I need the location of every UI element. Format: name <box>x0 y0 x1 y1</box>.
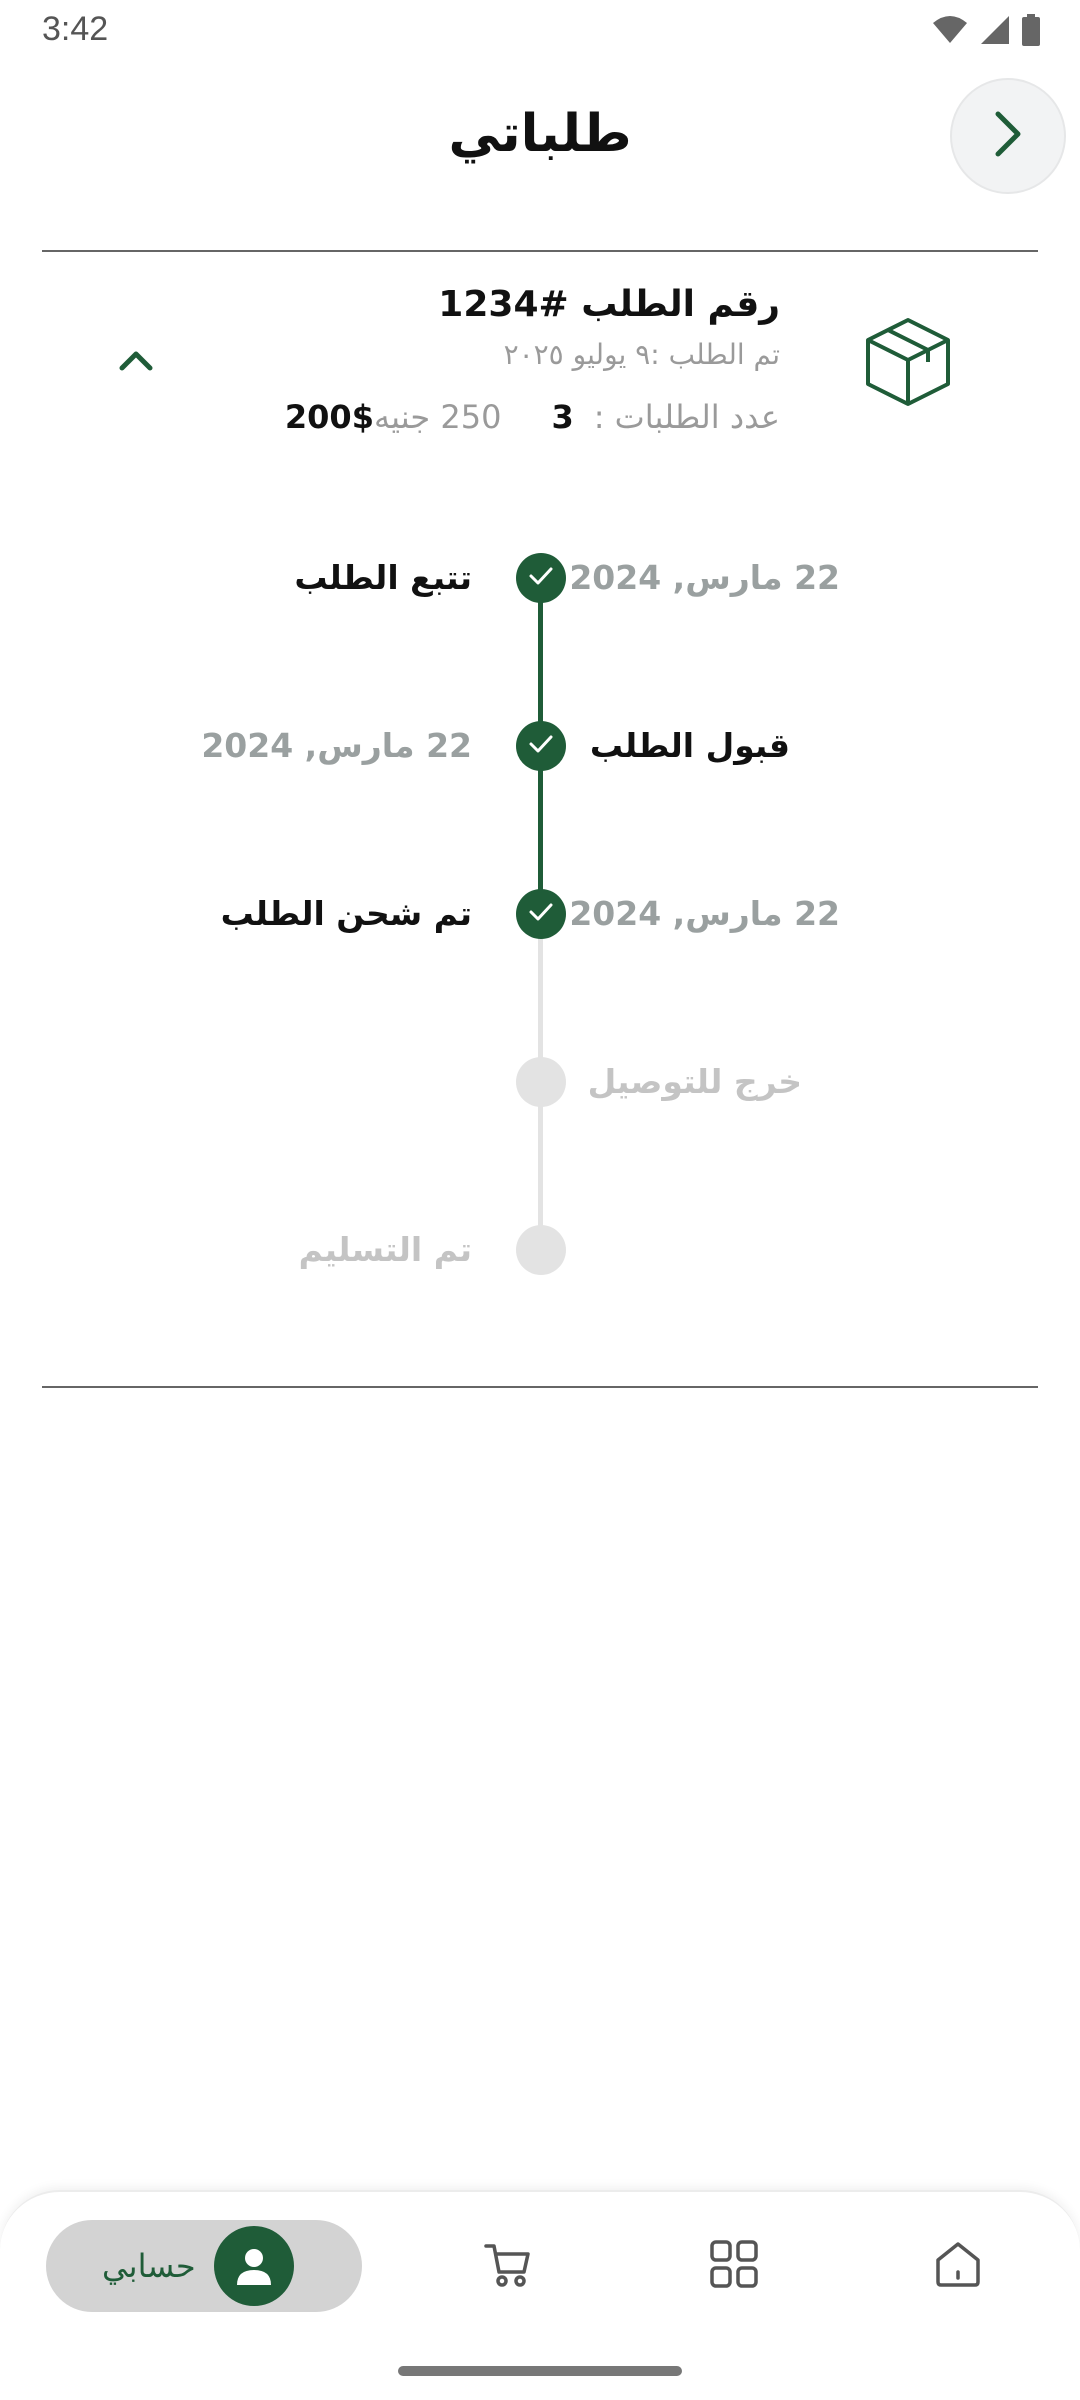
collapse-button[interactable] <box>112 338 160 386</box>
timeline-step-label: تم شحن الطلب <box>220 894 472 933</box>
timeline-step-date: 22 مارس, 2024 <box>201 726 472 765</box>
order-price-unit: 250 جنيه <box>373 398 502 436</box>
timeline-dot-done <box>516 721 566 771</box>
order-price: 250 جنيه 200$ <box>285 398 502 436</box>
order-count-label: عدد الطلبات : <box>593 398 780 436</box>
timeline-step-label: تتبع الطلب <box>294 558 472 597</box>
status-bar: 3:42 <box>0 0 1080 60</box>
check-icon <box>528 565 554 591</box>
divider-top <box>42 250 1038 252</box>
status-time: 3:42 <box>42 10 109 48</box>
chevron-right-icon <box>988 109 1028 163</box>
wifi-icon <box>932 15 968 49</box>
package-box-icon <box>860 314 956 414</box>
order-number: رقم الطلب #1234 <box>438 284 780 325</box>
grid-icon <box>708 2238 760 2294</box>
chevron-up-icon <box>118 348 154 376</box>
order-date: تم الطلب :٩ يوليو ٢٠٢٥ <box>503 338 780 371</box>
timeline-step-label: خرج للتوصيل <box>587 1062 802 1101</box>
check-icon <box>528 733 554 759</box>
order-tracking-timeline: تتبع الطلب 22 مارس, 2024 قبول الطلب 22 م… <box>0 520 1080 1320</box>
account-icon <box>213 2226 294 2306</box>
timeline-dot-pending <box>516 1225 566 1275</box>
divider-bottom <box>42 1386 1038 1388</box>
home-indicator[interactable] <box>398 2366 682 2376</box>
order-price-value: 200$ <box>284 398 374 436</box>
timeline-dot-done <box>516 553 566 603</box>
nav-categories-button[interactable] <box>704 2236 764 2296</box>
timeline-step-date: 22 مارس, 2024 <box>569 894 840 933</box>
timeline-step-label: تم التسليم <box>298 1230 472 1269</box>
timeline-step-date: 22 مارس, 2024 <box>569 558 840 597</box>
status-icons <box>932 14 1040 50</box>
nav-account-button[interactable]: حسابي <box>46 2220 362 2312</box>
order-count-value: 3 <box>551 398 574 436</box>
back-button[interactable] <box>950 78 1066 194</box>
nav-account-label: حسابي <box>102 2247 196 2285</box>
battery-icon <box>1022 14 1040 50</box>
page-title: طلباتي <box>448 104 632 164</box>
timeline-dot-done <box>516 889 566 939</box>
home-icon <box>932 2238 984 2294</box>
check-icon <box>528 901 554 927</box>
timeline-step-label: قبول الطلب <box>589 726 790 765</box>
nav-home-button[interactable] <box>928 2236 988 2296</box>
header: طلباتي <box>0 76 1080 196</box>
cart-icon <box>482 2238 534 2294</box>
order-summary: عدد الطلبات : 3 250 جنيه 200$ <box>285 398 780 436</box>
timeline-dot-pending <box>516 1057 566 1107</box>
nav-cart-button[interactable] <box>478 2236 538 2296</box>
signal-icon <box>980 15 1010 49</box>
